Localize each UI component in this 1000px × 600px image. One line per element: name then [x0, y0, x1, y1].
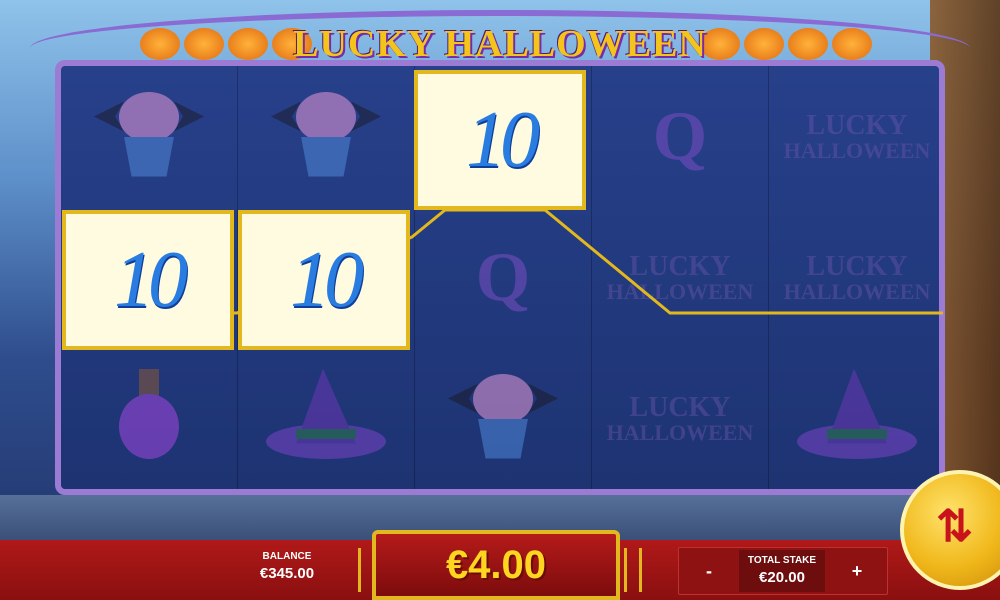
reel-5: LUCKY HALLOWEEN LUCKY HALLOWEEN: [769, 66, 939, 489]
win-amount: €4.00: [445, 543, 547, 587]
reel-4: Q LUCKY HALLOWEEN LUCKY HALLOWEEN: [592, 66, 769, 489]
logo-line2: HALLOWEEN: [783, 278, 931, 304]
logo-line2: HALLOWEEN: [606, 419, 754, 445]
logo-line1: LUCKY: [806, 109, 908, 141]
logo-line1: LUCKY: [629, 391, 731, 423]
queen-label: Q: [652, 97, 708, 175]
witch-hat-symbol: [238, 348, 414, 489]
spin-arrows-icon: ⇅: [936, 502, 973, 551]
increase-stake-button[interactable]: +: [829, 548, 885, 594]
cupcake-symbol: [61, 66, 237, 207]
stake-control: - TOTAL STAKE €20.00 +: [678, 547, 888, 595]
stake-label: TOTAL STAKE: [747, 555, 817, 566]
winning-symbol-reel-3: 10: [414, 70, 586, 210]
cupcake-symbol: [415, 348, 591, 489]
balance-label: BALANCE: [262, 551, 312, 562]
logo-line2: HALLOWEEN: [606, 278, 754, 304]
winning-symbol-reel-2: 10: [238, 210, 410, 350]
potion-symbol: [61, 348, 237, 489]
queen-symbol: Q: [592, 66, 768, 207]
balance-value: €345.00: [259, 565, 315, 582]
queen-symbol: Q: [415, 207, 591, 348]
queen-label: Q: [475, 238, 531, 316]
stake-display: TOTAL STAKE €20.00: [739, 550, 825, 592]
decrease-stake-button[interactable]: -: [681, 548, 737, 594]
logo-line2: HALLOWEEN: [783, 137, 931, 163]
logo-line1: LUCKY: [806, 250, 908, 282]
balance-display: BALANCE €345.00: [228, 545, 346, 595]
logo-symbol: LUCKY HALLOWEEN: [769, 207, 939, 348]
logo-symbol: LUCKY HALLOWEEN: [592, 207, 768, 348]
win-amount-panel: €4.00: [372, 530, 620, 600]
logo-symbol: LUCKY HALLOWEEN: [592, 348, 768, 489]
logo-line1: LUCKY: [629, 250, 731, 282]
winning-symbol-reel-1: 10: [62, 210, 234, 350]
ten-label: 10: [466, 95, 540, 184]
cupcake-symbol: [238, 66, 414, 207]
logo-symbol: LUCKY HALLOWEEN: [769, 66, 939, 207]
ten-label: 10: [290, 235, 364, 324]
ornament-right: [624, 548, 642, 592]
witch-hat-symbol: [769, 348, 939, 489]
ten-label: 10: [114, 235, 188, 324]
stake-value: €20.00: [759, 569, 805, 586]
